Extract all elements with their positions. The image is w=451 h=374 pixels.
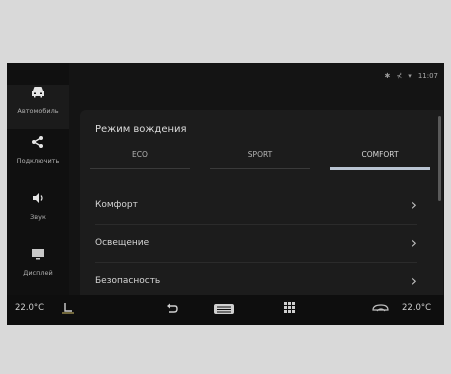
wifi-icon: ▾ bbox=[408, 72, 412, 80]
bottom-bar: 22.0°C 22.0°C bbox=[7, 295, 444, 325]
tab-label: COMFORT bbox=[361, 150, 399, 159]
chevron-right-icon: › bbox=[410, 195, 417, 214]
seat-heat-icon[interactable] bbox=[61, 301, 75, 318]
settings-panel: Режим вождения ECO SPORT COMFORT Комфорт… bbox=[80, 110, 443, 300]
row-label: Освещение bbox=[95, 238, 150, 248]
sidebar: Автомобиль Подключить Звук Дисплей bbox=[7, 63, 69, 295]
display-icon bbox=[31, 247, 45, 266]
left-temperature[interactable]: 22.0°C bbox=[15, 303, 44, 313]
back-icon[interactable] bbox=[165, 301, 179, 318]
menu-row-comfort[interactable]: Комфорт › bbox=[80, 187, 435, 225]
sidebar-item-car[interactable]: Автомобиль bbox=[7, 85, 69, 129]
row-label: Безопасность bbox=[95, 276, 161, 286]
menu-row-lighting[interactable]: Освещение › bbox=[80, 225, 435, 263]
sidebar-item-sound[interactable]: Звук bbox=[7, 191, 69, 235]
recirculation-icon[interactable] bbox=[371, 302, 391, 317]
right-temperature[interactable]: 22.0°C bbox=[402, 303, 431, 313]
sidebar-item-label: Автомобиль bbox=[17, 107, 59, 115]
tab-label: ECO bbox=[132, 150, 148, 159]
share-icon bbox=[31, 135, 45, 154]
bluetooth-icon: ✱ bbox=[384, 72, 391, 80]
tab-underline bbox=[90, 168, 190, 169]
sidebar-item-connect[interactable]: Подключить bbox=[7, 135, 69, 179]
clock: 11:07 bbox=[417, 72, 438, 80]
apps-icon[interactable] bbox=[283, 301, 296, 317]
scrollbar[interactable] bbox=[438, 116, 441, 201]
row-label: Комфорт bbox=[95, 200, 138, 210]
infotainment-screen: ✱ ⊀ ▾ 11:07 Автомобиль Подключить Звук Д… bbox=[7, 63, 444, 325]
signal-icon: ⊀ bbox=[396, 72, 403, 80]
sidebar-item-label: Дисплей bbox=[23, 269, 53, 277]
car-icon bbox=[30, 85, 46, 104]
tab-underline bbox=[210, 168, 310, 169]
sidebar-item-label: Подключить bbox=[16, 157, 60, 165]
chevron-right-icon: › bbox=[410, 233, 417, 252]
speaker-icon bbox=[31, 191, 45, 210]
tab-underline-active bbox=[330, 167, 430, 170]
tab-eco[interactable]: ECO bbox=[90, 150, 190, 169]
defrost-icon[interactable] bbox=[213, 302, 235, 319]
sidebar-item-display[interactable]: Дисплей bbox=[7, 247, 69, 291]
drive-mode-tabs: ECO SPORT COMFORT bbox=[90, 150, 430, 170]
status-bar: ✱ ⊀ ▾ 11:07 bbox=[385, 72, 438, 80]
tab-sport[interactable]: SPORT bbox=[210, 150, 310, 169]
sidebar-item-label: Звук bbox=[30, 213, 46, 221]
section-title: Режим вождения bbox=[95, 124, 187, 135]
tab-label: SPORT bbox=[247, 150, 273, 159]
chevron-right-icon: › bbox=[410, 271, 417, 290]
tab-comfort[interactable]: COMFORT bbox=[330, 150, 430, 170]
